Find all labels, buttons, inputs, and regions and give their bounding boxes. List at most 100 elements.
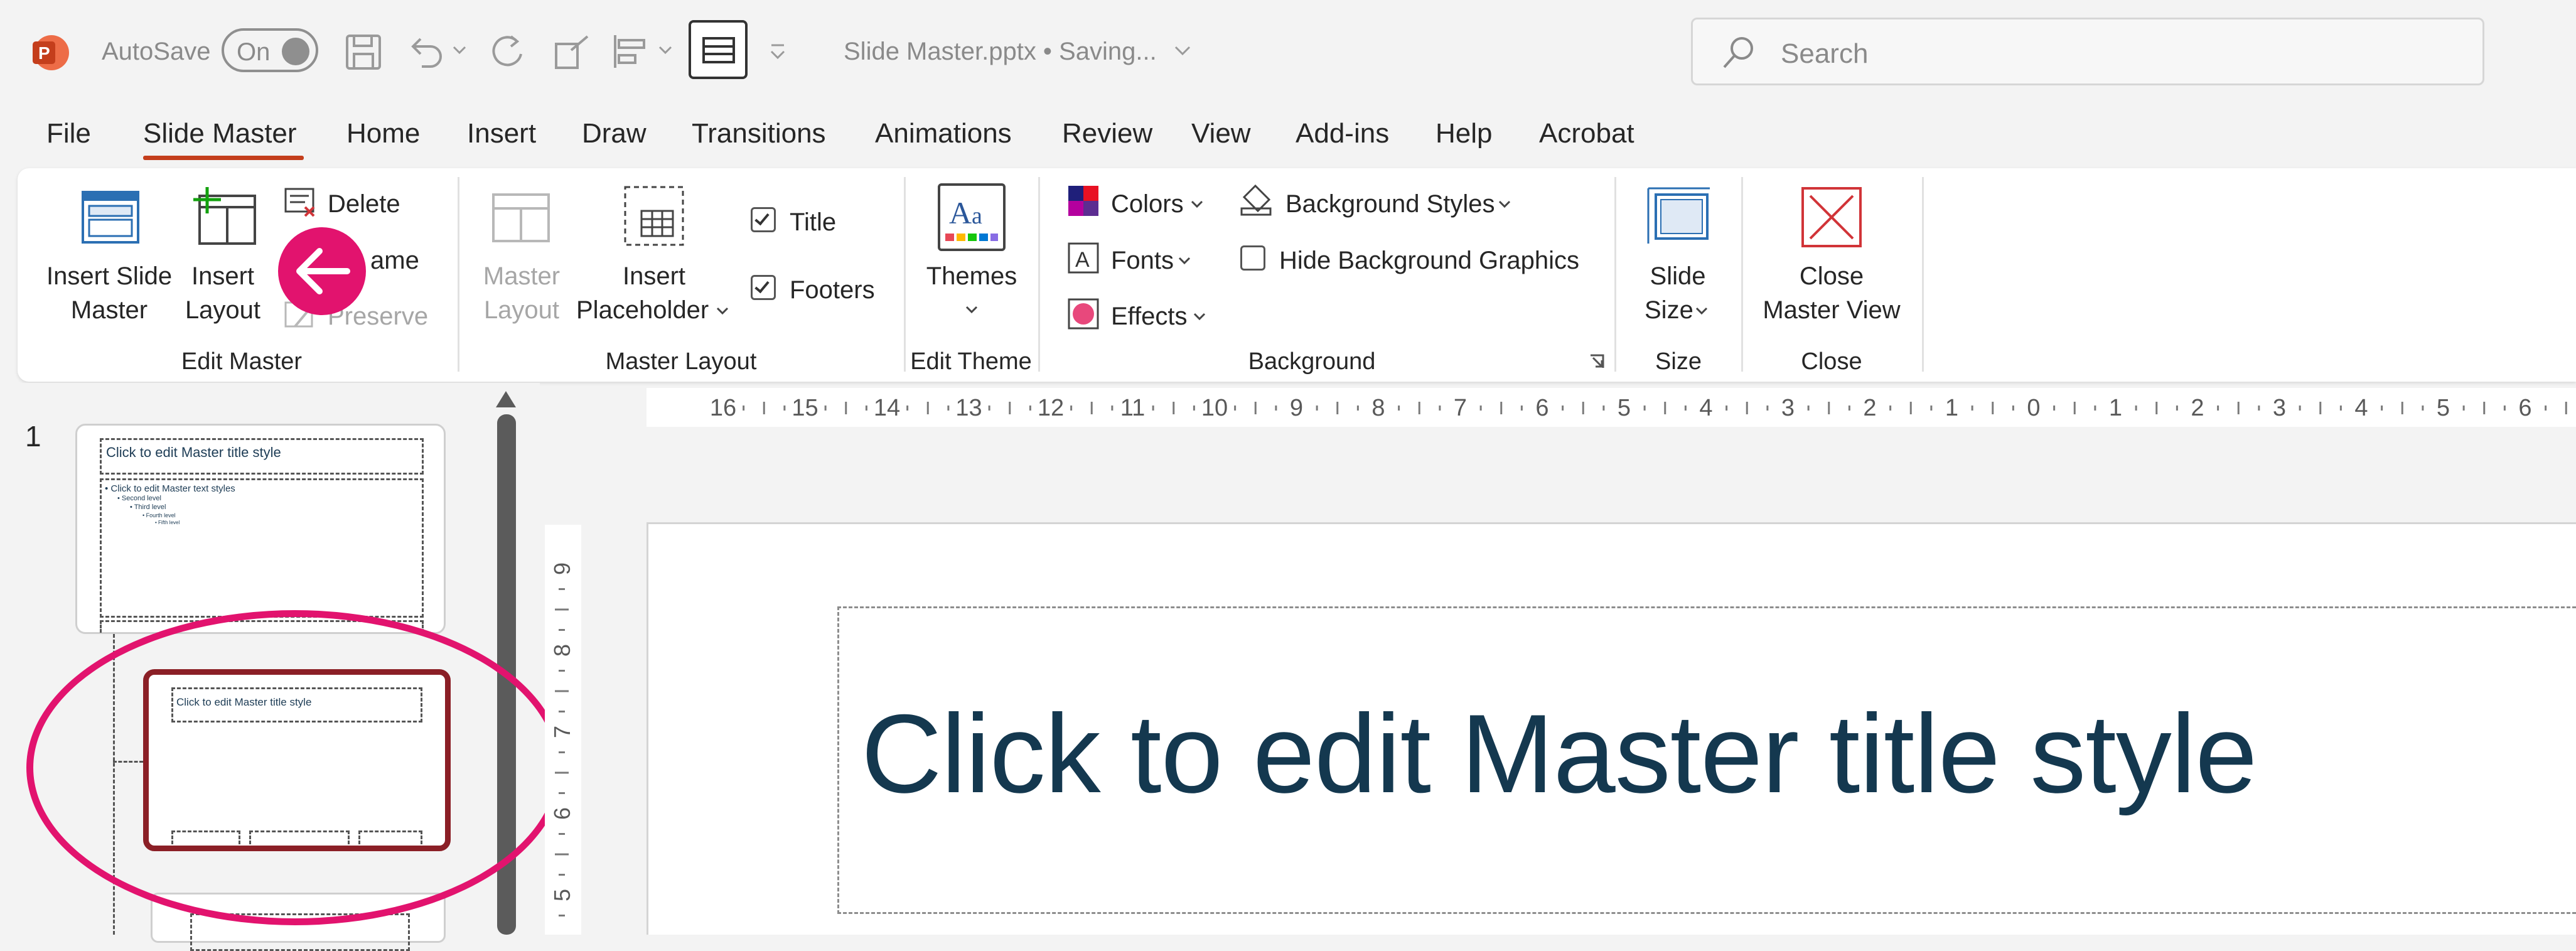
ruler-h-label: 1 (2109, 395, 2122, 421)
delete-icon (284, 188, 315, 217)
edit-master-group-label: Edit Master (181, 348, 303, 375)
master-layout-label-1: Master (483, 262, 561, 290)
separator (904, 177, 906, 372)
themes-icon: A a (938, 183, 1006, 251)
slide-title-text[interactable]: Click to edit Master title style (861, 689, 2257, 818)
ruler-h-label: 15 (792, 395, 818, 421)
ruler-h-label: 0 (2027, 395, 2040, 421)
tab-insert[interactable]: Insert (467, 118, 536, 149)
ruler-h-label: 4 (2354, 395, 2368, 421)
toggle-knob (282, 38, 309, 65)
search-placeholder: Search (1781, 38, 1869, 69)
ruler-h-label: 4 (1699, 395, 1712, 421)
hide-background-graphics-label: Hide Background Graphics (1279, 247, 1580, 274)
insert-slide-master-label-1: Insert Slide (46, 262, 173, 290)
shape-icon[interactable] (552, 31, 593, 72)
tab-acrobat[interactable]: Acrobat (1539, 118, 1634, 149)
save-icon[interactable] (344, 33, 383, 72)
effects-icon (1068, 298, 1099, 330)
thumb-title-text: Click to edit Master title style (106, 444, 281, 460)
scroll-up-arrow-icon[interactable] (496, 391, 516, 407)
align-icon[interactable] (610, 31, 650, 72)
undo-dropdown-chevron-icon[interactable] (452, 45, 467, 55)
title-bar: P AutoSave On Slide Master.pptx • Saving… (0, 0, 2576, 105)
svg-text:A: A (1075, 248, 1090, 272)
svg-text:A: A (949, 195, 972, 230)
ruler-h-label: 5 (1618, 395, 1631, 421)
footers-label: Footers (790, 276, 875, 304)
fonts-label: Fonts (1111, 247, 1174, 274)
annotation-arrow-marker (278, 227, 366, 315)
tab-draw[interactable]: Draw (582, 118, 647, 149)
insert-layout-label-2: Layout (185, 296, 261, 324)
separator (1922, 177, 1924, 372)
background-dialog-launcher-icon[interactable] (1588, 353, 1606, 370)
tab-add-ins[interactable]: Add-ins (1296, 118, 1389, 149)
separator (1614, 177, 1616, 372)
background-group-label: Background (1248, 348, 1376, 375)
ruler-v-label: 8 (549, 644, 575, 657)
layout-view-icon (702, 37, 735, 63)
ruler-h-label: 7 (1454, 395, 1467, 421)
vertical-ruler: 9 8 7 6 5 (545, 525, 581, 935)
title-check-icon (751, 207, 776, 232)
ruler-h-label: 10 (1201, 395, 1228, 421)
colors-icon (1068, 186, 1098, 216)
tab-view[interactable]: View (1191, 118, 1251, 149)
powerpoint-logo-icon[interactable]: P (30, 33, 70, 73)
tab-review[interactable]: Review (1062, 118, 1152, 149)
fonts-icon: A (1068, 242, 1099, 274)
tab-slide-master[interactable]: Slide Master (143, 118, 297, 149)
separator (1038, 177, 1040, 372)
tab-animations[interactable]: Animations (875, 118, 1012, 149)
vertical-ruler-marks: 9 8 7 6 5 (549, 562, 575, 916)
thumb-level-3: • Third level (130, 503, 166, 511)
slide-size-label-2: Size (1645, 296, 1693, 324)
hide-background-graphics-check-icon (1240, 245, 1265, 271)
insert-layout-icon (193, 187, 256, 245)
ruler-h-label: 8 (1371, 395, 1385, 421)
filename-chevron-icon[interactable] (1174, 45, 1191, 56)
svg-text:P: P (38, 43, 50, 63)
annotation-circle (26, 610, 564, 925)
separator (1741, 177, 1743, 372)
tab-help[interactable]: Help (1436, 118, 1493, 149)
tab-transitions[interactable]: Transitions (692, 118, 826, 149)
search-icon (1723, 37, 1753, 68)
slide-size-label-1: Slide (1650, 262, 1706, 290)
ruler-h-label: 6 (1535, 395, 1548, 421)
thumb-level-4: • Fourth level (142, 512, 176, 518)
customize-qat-icon[interactable] (770, 43, 786, 62)
thumb-level-5: • Fifth level (155, 520, 180, 525)
master-layout-group-label: Master Layout (605, 348, 757, 375)
file-name[interactable]: Slide Master.pptx • Saving... (844, 38, 1157, 66)
colors-chevron-icon (1191, 200, 1203, 208)
master-layout-icon (492, 193, 550, 242)
active-tab-underline (143, 156, 304, 160)
horizontal-ruler: 16 15 14 13 12 11 10 9 8 7 6 5 4 3 2 1 0 1 2 3 4 5 6 (647, 388, 2576, 427)
separator (458, 177, 459, 372)
layout-view-button[interactable] (689, 20, 748, 79)
search-box[interactable]: Search (1691, 18, 2484, 85)
slide-master-thumbnail[interactable]: Click to edit Master title style • Click… (75, 424, 446, 634)
ruler-v-label: 9 (549, 562, 575, 575)
tab-file[interactable]: File (46, 118, 91, 149)
slide-size-chevron-icon (1695, 307, 1708, 315)
rename-label: ame (370, 247, 419, 274)
ruler-v-label: 6 (549, 807, 575, 820)
ruler-h-label: 3 (1781, 395, 1795, 421)
effects-chevron-icon (1193, 313, 1206, 321)
ruler-h-label: 3 (2273, 395, 2286, 421)
undo-icon[interactable] (405, 31, 446, 72)
close-master-view-icon (1801, 187, 1862, 247)
thumb-body-text: • Click to edit Master text styles (105, 483, 235, 494)
ruler-h-label: 2 (2191, 395, 2204, 421)
fonts-chevron-icon (1178, 257, 1191, 265)
redo-icon[interactable] (488, 31, 529, 72)
edit-theme-group-label: Edit Theme (910, 348, 1032, 375)
ruler-h-label: 11 (1120, 395, 1145, 421)
ruler-h-label: 2 (1863, 395, 1876, 421)
tab-home[interactable]: Home (346, 118, 420, 149)
autosave-toggle[interactable]: On (222, 28, 318, 72)
align-dropdown-chevron-icon[interactable] (658, 45, 673, 55)
